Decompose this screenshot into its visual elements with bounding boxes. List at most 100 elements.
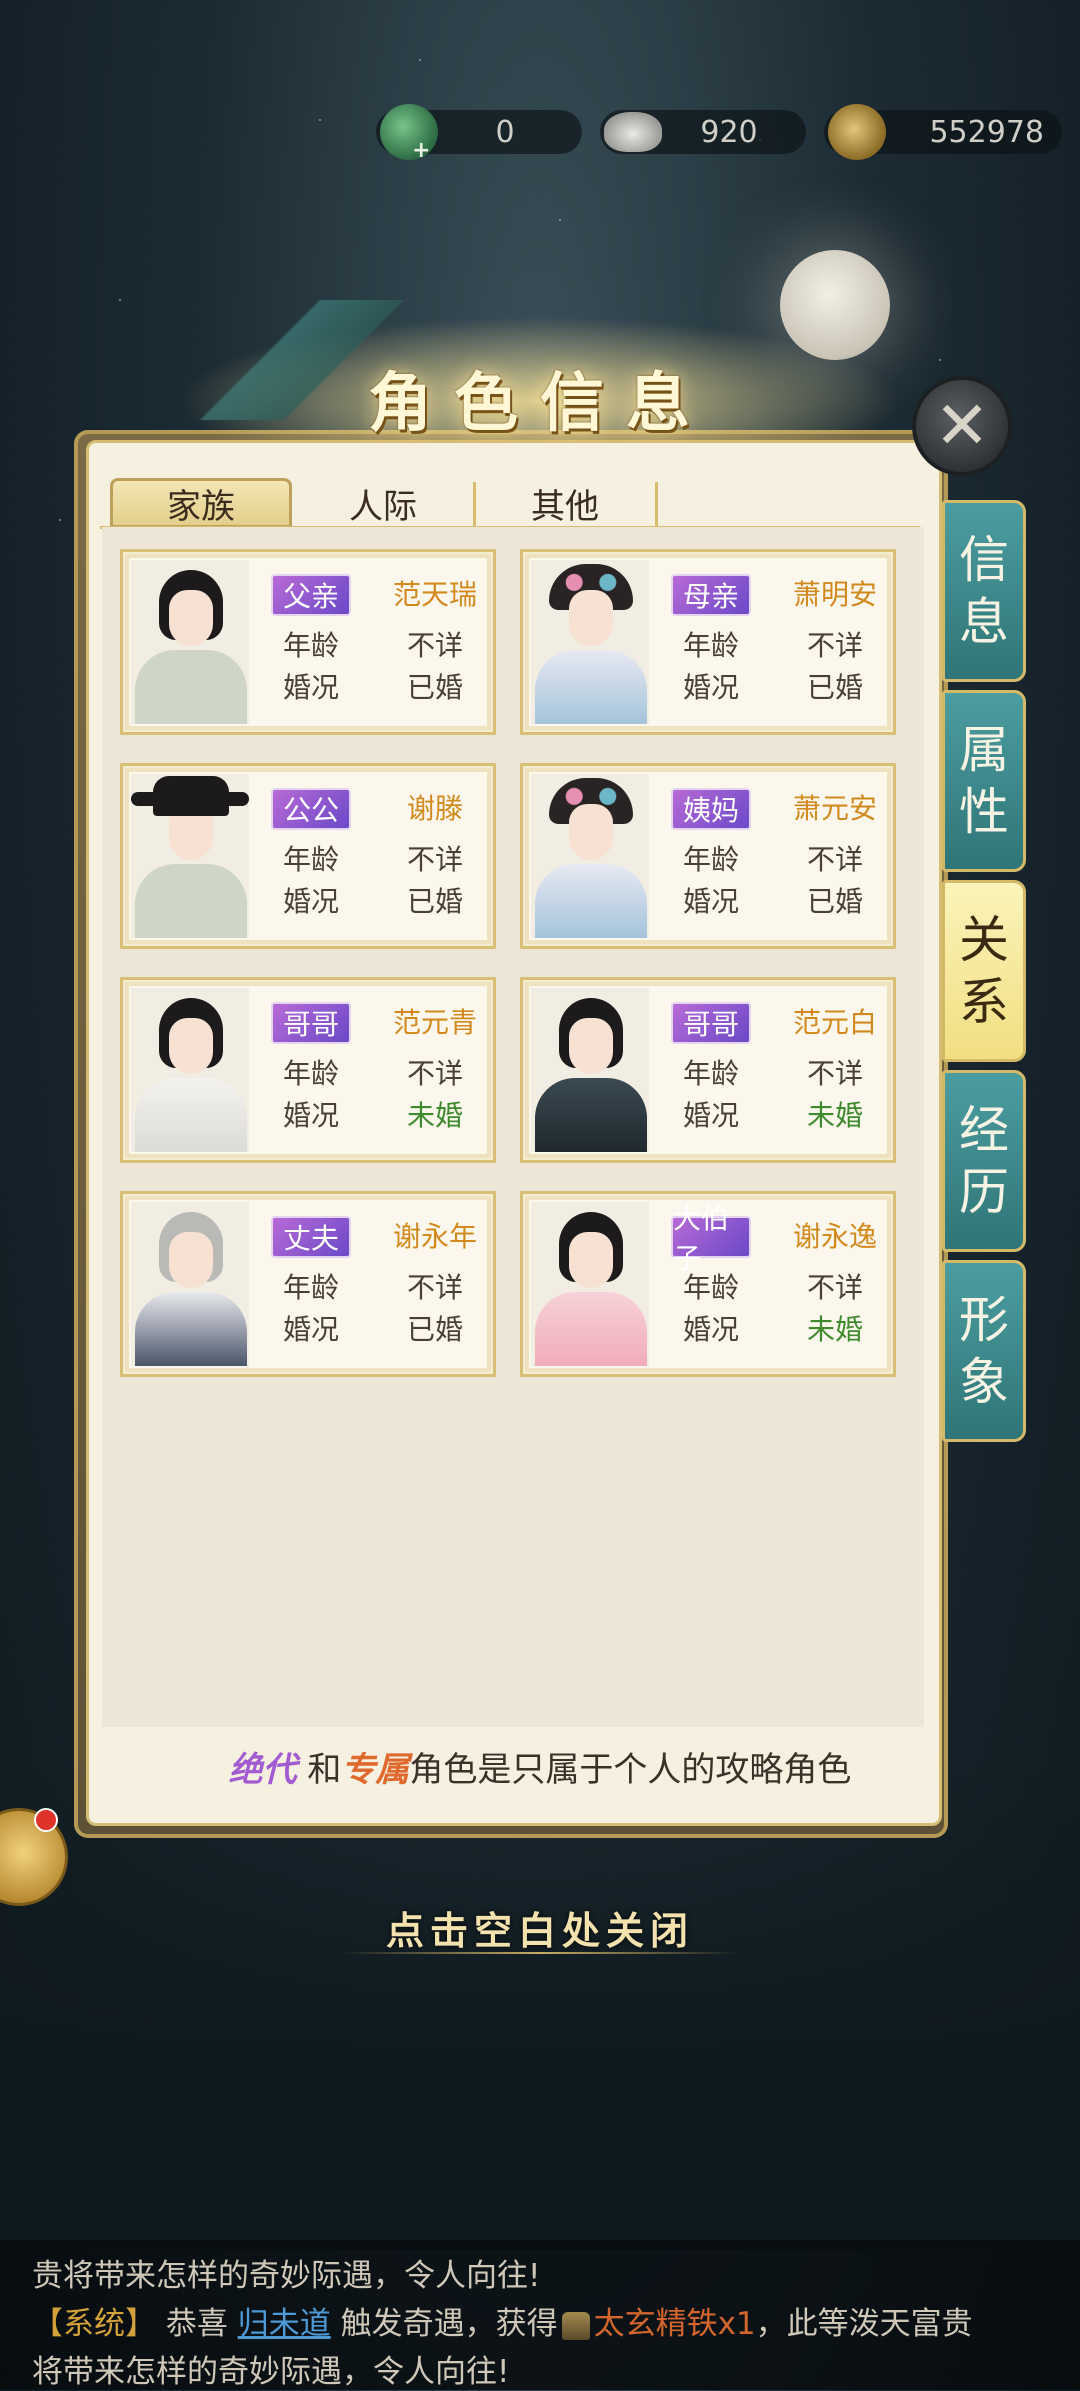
side-tab-char: 属	[959, 721, 1009, 779]
marriage-label: 婚况	[282, 671, 339, 704]
system-tag: 【系统】	[32, 2306, 156, 2342]
side-tab-info[interactable]: 信 息	[942, 500, 1026, 682]
father-in-law-portrait	[131, 774, 249, 938]
role-badge: 哥哥	[271, 1002, 351, 1044]
side-tab-attributes[interactable]: 属 性	[942, 690, 1026, 872]
age-value: 不详	[806, 843, 863, 876]
relative-card-father[interactable]: 父亲 范天瑞 年龄 不详 婚况 已婚	[120, 549, 496, 735]
age-value: 不详	[806, 1057, 863, 1090]
age-value: 不详	[806, 629, 863, 662]
relative-card-brother-in-law[interactable]: 大伯子 谢永逸 年龄 不详 婚况 未婚	[520, 1191, 896, 1377]
marriage-label: 婚况	[682, 885, 739, 918]
mother-portrait	[531, 560, 649, 724]
relative-name: 范元白	[792, 1006, 877, 1039]
brother-in-law-portrait	[531, 1202, 649, 1366]
marriage-label: 婚况	[282, 885, 339, 918]
brother-portrait	[131, 988, 249, 1152]
role-badge: 姨妈	[671, 788, 751, 830]
age-value: 不详	[406, 1057, 463, 1090]
husband-portrait	[131, 1202, 249, 1366]
age-label: 年龄	[282, 629, 339, 662]
relative-name: 谢滕	[406, 792, 463, 825]
message-line: 将带来怎样的奇妙际遇，令人向往!	[32, 2354, 510, 2390]
relative-card-aunt[interactable]: 姨妈 萧元安 年龄 不详 婚况 已婚	[520, 763, 896, 949]
side-tab-char: 关	[959, 911, 1009, 969]
marriage-label: 婚况	[682, 1099, 739, 1132]
message-line: 贵将带来怎样的奇妙际遇，令人向往!	[32, 2258, 541, 2294]
relative-card-husband[interactable]: 丈夫 谢永年 年龄 不详 婚况 已婚	[120, 1191, 496, 1377]
marriage-label: 婚况	[682, 671, 739, 704]
age-value: 不详	[406, 843, 463, 876]
side-tab-char: 形	[959, 1291, 1009, 1349]
silver-currency: 920	[600, 110, 806, 154]
tab-label: 人际	[349, 486, 417, 527]
tab-family[interactable]: 家族	[110, 478, 292, 528]
currency-bar: + 0 920 552978	[376, 104, 1062, 163]
side-tab-appearance[interactable]: 形 象	[942, 1260, 1026, 1442]
age-value: 不详	[406, 629, 463, 662]
marriage-value: 已婚	[406, 885, 463, 918]
age-label: 年龄	[282, 843, 339, 876]
role-badge: 丈夫	[271, 1216, 351, 1258]
marriage-value: 已婚	[406, 1313, 463, 1346]
congrats-text: 恭喜	[165, 2306, 228, 2342]
side-tab-char: 信	[959, 531, 1009, 589]
relative-card-father-in-law[interactable]: 公公 谢滕 年龄 不详 婚况 已婚	[120, 763, 496, 949]
copper-amount: 552978	[929, 114, 1044, 150]
side-tab-char: 象	[959, 1353, 1009, 1411]
side-tab-experience[interactable]: 经 历	[942, 1070, 1026, 1252]
exclusive-tag: 专属	[341, 1750, 410, 1790]
relative-name: 萧元安	[792, 792, 877, 825]
tab-other[interactable]: 其他	[474, 478, 658, 528]
father-portrait	[131, 560, 249, 724]
tab-label: 家族	[167, 486, 235, 527]
marriage-value: 未婚	[806, 1099, 863, 1132]
side-tab-relations[interactable]: 关 系	[942, 880, 1026, 1062]
exclusive-character-note: 绝代 和专属角色是只属于个人的攻略角色	[0, 1742, 1080, 1791]
age-label: 年龄	[682, 629, 739, 662]
tab-label: 其他	[531, 486, 599, 527]
message-line: 【系统】 恭喜 归未道 触发奇遇，获得 太玄精铁x1，此等泼天富贵	[32, 2298, 973, 2343]
relative-card-mother[interactable]: 母亲 萧明安 年龄 不详 婚况 已婚	[520, 549, 896, 735]
note-and: 和	[307, 1750, 342, 1790]
reward-item: 太玄精铁x1	[593, 2306, 756, 2342]
role-badge: 大伯子	[671, 1202, 751, 1275]
side-tab-char: 息	[959, 593, 1009, 651]
player-link[interactable]: 归未道	[238, 2306, 331, 2342]
marriage-value: 已婚	[806, 671, 863, 704]
close-icon: ✕	[934, 387, 990, 464]
relative-name: 萧明安	[792, 578, 877, 611]
side-tab-char: 经	[959, 1101, 1009, 1159]
marriage-label: 婚况	[282, 1099, 339, 1132]
relative-card-brother-1[interactable]: 哥哥 范元青 年龄 不详 婚况 未婚	[120, 977, 496, 1163]
marriage-label: 婚况	[282, 1313, 339, 1346]
relative-card-brother-2[interactable]: 哥哥 范元白 年龄 不详 婚况 未婚	[520, 977, 896, 1163]
trigger-text: 触发奇遇，获得	[340, 2306, 558, 2342]
side-tab-char: 历	[959, 1163, 1009, 1221]
relative-name: 范天瑞	[392, 578, 477, 611]
tab-divider	[655, 482, 658, 526]
age-label: 年龄	[682, 1271, 739, 1304]
tap-to-close-hint[interactable]: 点击空白处关闭	[0, 1900, 1080, 1955]
silver-amount: 920	[700, 114, 758, 150]
jade-currency[interactable]: + 0	[376, 104, 582, 163]
age-label: 年龄	[282, 1057, 339, 1090]
relation-tabs: 家族 人际 其他	[110, 478, 658, 528]
role-badge: 公公	[271, 788, 351, 830]
age-label: 年龄	[682, 843, 739, 876]
close-button[interactable]: ✕	[912, 376, 1012, 476]
role-badge: 哥哥	[671, 1002, 751, 1044]
peerless-tag: 绝代	[228, 1750, 297, 1790]
jade-amount: 0	[495, 114, 515, 150]
age-label: 年龄	[682, 1057, 739, 1090]
silver-ingot-icon	[604, 112, 662, 152]
tab-social[interactable]: 人际	[292, 478, 476, 528]
marriage-value: 未婚	[406, 1099, 463, 1132]
add-icon[interactable]: +	[412, 138, 430, 163]
brother-portrait	[531, 988, 649, 1152]
marriage-value: 已婚	[406, 671, 463, 704]
aunt-portrait	[531, 774, 649, 938]
marriage-value: 未婚	[806, 1313, 863, 1346]
side-tab-char: 系	[959, 973, 1009, 1031]
age-value: 不详	[406, 1271, 463, 1304]
